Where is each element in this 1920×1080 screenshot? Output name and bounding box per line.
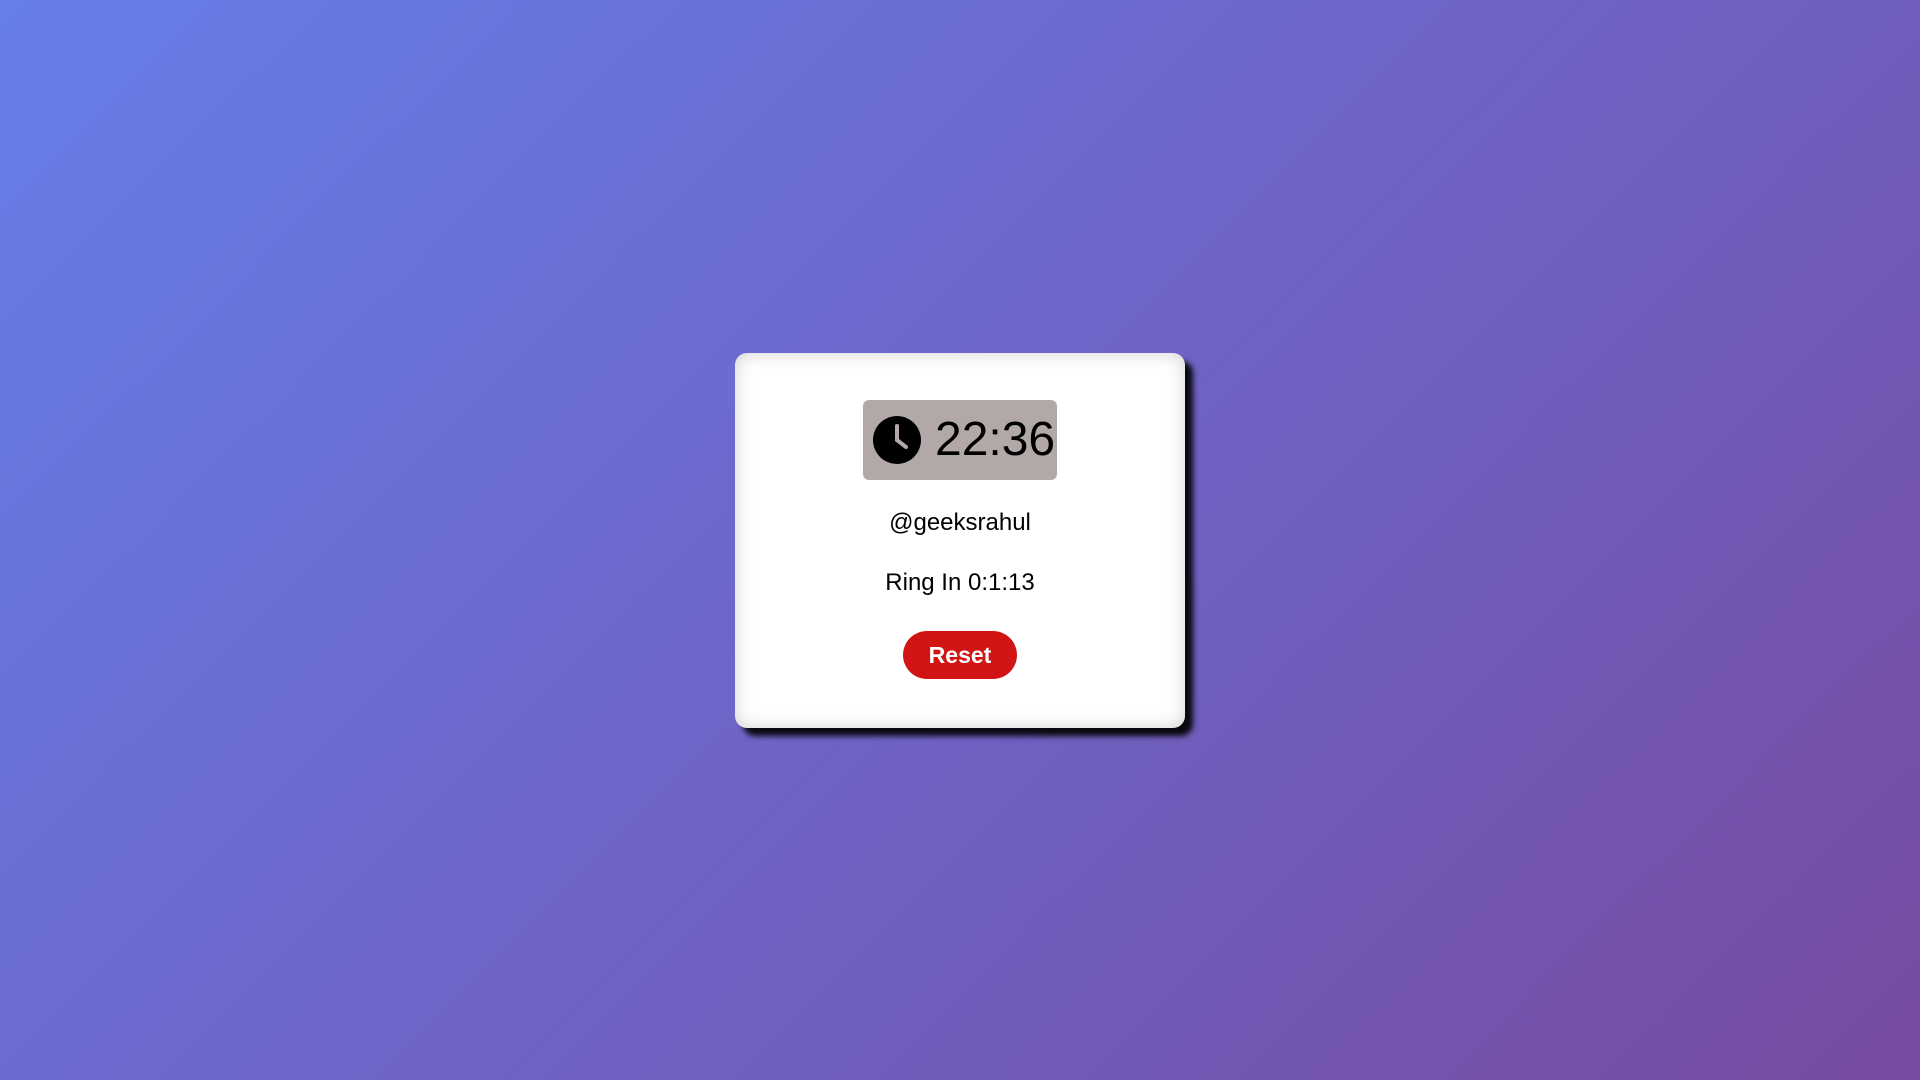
current-time-display: 22:36 — [863, 400, 1057, 480]
clock-icon — [873, 416, 921, 464]
alarm-countdown: Ring In 0:1:13 — [885, 569, 1035, 596]
reset-button[interactable]: Reset — [903, 631, 1017, 679]
alarm-card: 22:36 @geeksrahul Ring In 0:1:13 Reset — [735, 353, 1185, 728]
page-background: { "clock": { "time": "22:36", "icon": "c… — [0, 0, 1920, 1080]
author-handle: @geeksrahul — [889, 509, 1031, 536]
current-time: 22:36 — [935, 413, 1056, 466]
